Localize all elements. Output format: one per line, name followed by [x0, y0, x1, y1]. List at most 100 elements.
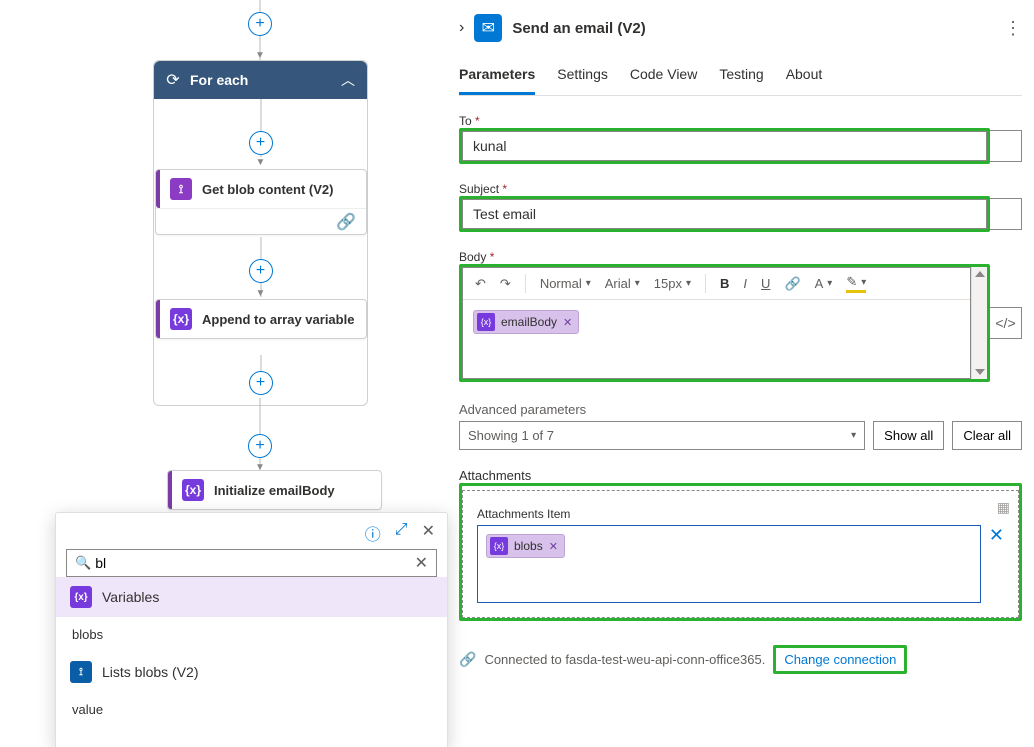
info-icon[interactable]: ⓘ: [365, 521, 381, 545]
to-label: To: [459, 114, 472, 128]
flow-arrow-down: ▼: [256, 288, 266, 299]
body-codeview-button[interactable]: </>: [990, 307, 1022, 339]
font-dropdown[interactable]: Arial▾: [605, 276, 640, 291]
body-highlight-frame: ↶ ↷ Normal▾ Arial▾ 15px▾ B I U 🔗 A▾: [459, 264, 990, 382]
italic-button[interactable]: I: [743, 276, 747, 291]
loop-icon: ⟳: [166, 70, 180, 90]
attachments-label: Attachments: [459, 468, 1022, 483]
advanced-params-label: Advanced parameters: [459, 402, 1022, 417]
clear-search-icon[interactable]: ✕: [415, 553, 428, 573]
token-fx-icon: {x}: [490, 537, 508, 555]
init-emailbody-card[interactable]: {x} Initialize emailBody: [167, 470, 382, 510]
link-button[interactable]: 🔗: [784, 276, 800, 292]
advanced-params-select[interactable]: Showing 1 of 7 ▾: [459, 421, 865, 450]
paragraph-style-dropdown[interactable]: Normal▾: [540, 276, 591, 291]
body-token-emailbody[interactable]: {x} emailBody ✕: [473, 310, 579, 334]
clearall-button[interactable]: Clear all: [952, 421, 1022, 450]
append-array-title: Append to array variable: [202, 312, 354, 327]
to-options-button[interactable]: [990, 130, 1022, 162]
flyout-search-box[interactable]: 🔍 ✕: [66, 549, 437, 577]
tab-parameters[interactable]: Parameters: [459, 60, 535, 95]
foreach-title: For each: [190, 72, 331, 88]
foreach-container[interactable]: ⟳ For each ︿ + ▼ ⟟ Get blob content (V2)…: [153, 60, 368, 406]
variable-badge-icon: {x}: [70, 586, 92, 608]
textcolor-button[interactable]: A▾: [815, 276, 833, 291]
chevron-down-icon: ▾: [851, 430, 856, 441]
add-action-inner-1[interactable]: +: [249, 131, 273, 155]
token-fx-icon: {x}: [477, 313, 495, 331]
body-token-remove[interactable]: ✕: [563, 316, 572, 329]
panel-tabs: Parameters Settings Code View Testing Ab…: [459, 60, 1022, 96]
change-connection-link[interactable]: Change connection: [784, 652, 896, 667]
attachments-token-blobs[interactable]: {x} blobs ✕: [486, 534, 565, 558]
link-icon: 🔗: [336, 212, 356, 232]
grid-icon[interactable]: ▦: [997, 499, 1010, 516]
underline-button[interactable]: U: [761, 276, 770, 291]
redo-button[interactable]: ↷: [500, 276, 511, 292]
get-blob-content-title: Get blob content (V2): [202, 182, 333, 197]
chevron-right-icon[interactable]: ›: [459, 19, 464, 37]
undo-button[interactable]: ↶: [475, 276, 486, 292]
flyout-item-blobs[interactable]: blobs: [56, 617, 447, 652]
blob-icon: ⟟: [170, 178, 192, 200]
add-action-inner-2[interactable]: +: [249, 259, 273, 283]
body-label: Body: [459, 250, 486, 264]
chevron-up-icon[interactable]: ︿: [341, 70, 355, 90]
tab-about[interactable]: About: [786, 60, 823, 95]
subject-input[interactable]: Test email: [462, 199, 987, 229]
add-action-before[interactable]: +: [248, 12, 272, 36]
init-emailbody-title: Initialize emailBody: [214, 483, 335, 498]
change-connection-highlight: Change connection: [773, 645, 907, 674]
add-action-inner-3[interactable]: +: [249, 371, 273, 395]
subject-label: Subject: [459, 182, 499, 196]
search-icon: 🔍: [75, 555, 91, 571]
flyout-group-listblobs-label: Lists blobs (V2): [102, 664, 198, 680]
storage-badge-icon: ⟟: [70, 661, 92, 683]
flyout-group-variables[interactable]: {x} Variables: [56, 577, 447, 617]
outlook-icon: ✉: [474, 14, 502, 42]
get-blob-content-card[interactable]: ⟟ Get blob content (V2) 🔗: [155, 169, 367, 235]
variable-icon: {x}: [170, 308, 192, 330]
highlight-button[interactable]: ✎▾: [846, 274, 866, 293]
add-action-after-foreach[interactable]: +: [248, 434, 272, 458]
attachments-zone: ▦ Attachments Item {x} blobs ✕ ✕: [462, 490, 1019, 618]
body-scrollbar[interactable]: [971, 267, 987, 379]
flyout-search-input[interactable]: [91, 553, 414, 573]
close-icon[interactable]: ✕: [422, 521, 435, 545]
body-token-label: emailBody: [501, 315, 557, 329]
flyout-group-variables-label: Variables: [102, 589, 159, 605]
required-marker: *: [475, 114, 480, 128]
to-input[interactable]: kunal: [462, 131, 987, 161]
connected-to-text: Connected to fasda-test-weu-api-conn-off…: [484, 652, 765, 667]
required-marker: *: [502, 182, 507, 196]
subject-options-button[interactable]: [990, 198, 1022, 230]
connection-icon: 🔗: [459, 651, 476, 668]
to-highlight-frame: kunal: [459, 128, 990, 164]
expand-icon[interactable]: ⤢: [395, 521, 408, 545]
dynamic-content-flyout: ⓘ ⤢ ✕ 🔍 ✕ {x} Variables blobs ⟟ Lists bl…: [55, 512, 448, 747]
required-marker: *: [490, 250, 495, 264]
flow-arrow-down: ▼: [256, 157, 266, 168]
attachments-token-label: blobs: [514, 539, 543, 553]
advanced-params-select-text: Showing 1 of 7: [468, 428, 554, 443]
panel-title: Send an email (V2): [512, 20, 645, 37]
subject-highlight-frame: Test email: [459, 196, 990, 232]
attachments-item-label: Attachments Item: [477, 507, 1004, 521]
foreach-header[interactable]: ⟳ For each ︿: [154, 61, 367, 99]
tab-testing[interactable]: Testing: [719, 60, 763, 95]
body-editor[interactable]: {x} emailBody ✕: [463, 300, 970, 378]
showall-button[interactable]: Show all: [873, 421, 944, 450]
flyout-item-value[interactable]: value: [56, 692, 447, 727]
fontsize-dropdown[interactable]: 15px▾: [654, 276, 691, 291]
tab-codeview[interactable]: Code View: [630, 60, 697, 95]
bold-button[interactable]: B: [720, 276, 729, 291]
attachments-item-remove[interactable]: ✕: [989, 525, 1004, 603]
attachments-token-remove[interactable]: ✕: [549, 540, 558, 553]
flyout-group-listblobs[interactable]: ⟟ Lists blobs (V2): [56, 652, 447, 692]
tab-settings[interactable]: Settings: [557, 60, 608, 95]
append-array-card[interactable]: {x} Append to array variable: [155, 299, 367, 339]
body-toolbar: ↶ ↷ Normal▾ Arial▾ 15px▾ B I U 🔗 A▾: [463, 268, 970, 300]
panel-menu-icon[interactable]: ⋮: [1004, 18, 1022, 39]
attachments-highlight-frame: ▦ Attachments Item {x} blobs ✕ ✕: [459, 483, 1022, 621]
attachments-item-input[interactable]: {x} blobs ✕: [477, 525, 981, 603]
